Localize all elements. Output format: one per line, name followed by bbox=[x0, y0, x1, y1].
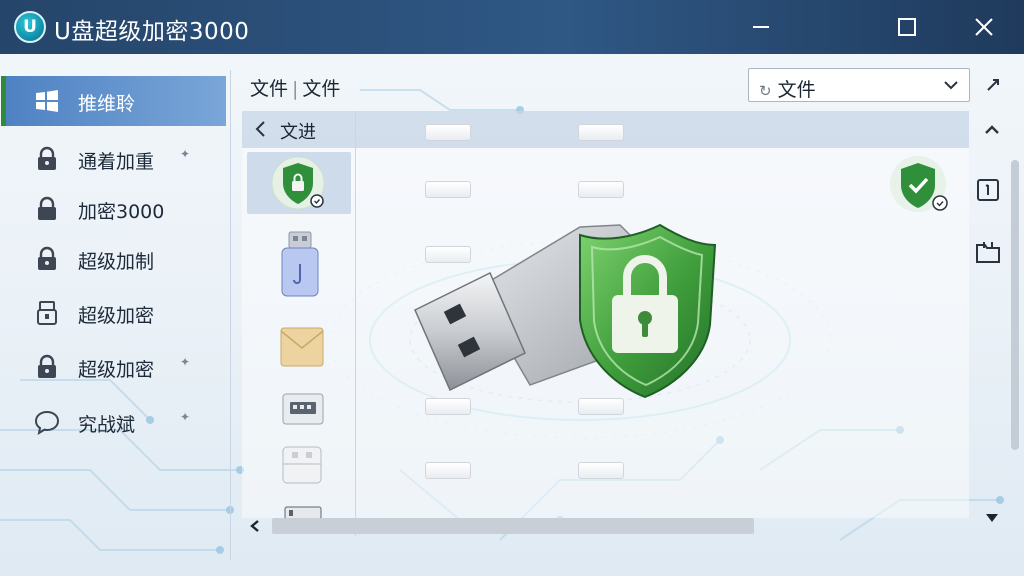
sidebar-item-label: 超级加制 bbox=[78, 251, 155, 273]
shield-lock-icon[interactable] bbox=[270, 156, 330, 212]
sidebar-item-label: 加密3000 bbox=[78, 201, 165, 223]
sidebar-item-4[interactable]: 超级加密 bbox=[6, 288, 226, 338]
sidebar-divider bbox=[230, 70, 231, 560]
app-logo-icon: U bbox=[14, 11, 46, 43]
sidebar-item-label: 超级加密 bbox=[78, 359, 155, 381]
sidebar-item-5[interactable]: 超级加密 ✦ bbox=[6, 342, 226, 392]
usb-drive-icon bbox=[37, 301, 57, 325]
chat-bubble-icon bbox=[34, 410, 60, 435]
sidebar-item-3[interactable]: 超级加制 bbox=[6, 234, 226, 284]
title-bar: U U盘超级加密3000 bbox=[0, 0, 1024, 54]
sidebar: 推维聆 通着加重 ✦ 加密3000 超级加制 超级加密 超级加密 ✦ 究战斌 ✦ bbox=[0, 74, 228, 564]
usb-drive-icon[interactable] bbox=[280, 230, 320, 298]
pin-icon[interactable] bbox=[984, 76, 1002, 94]
app-window: U U盘超级加密3000 推维聆 通着加重 ✦ 加密3000 超级加制 超级加密… bbox=[0, 0, 1024, 576]
row-chip bbox=[578, 181, 624, 198]
select-value: ↻ 文件 bbox=[759, 75, 816, 102]
back-arrow-icon[interactable] bbox=[254, 118, 268, 140]
column-divider bbox=[355, 111, 356, 536]
sidebar-item-label: 究战斌 bbox=[78, 414, 136, 436]
sidebar-item-label: 推维聆 bbox=[78, 93, 136, 115]
lock-icon bbox=[38, 354, 56, 378]
info-panel-icon[interactable] bbox=[974, 176, 1002, 204]
sidebar-item-label: 通着加重 bbox=[78, 151, 155, 173]
lock-icon bbox=[38, 146, 56, 170]
lock-icon bbox=[38, 196, 56, 220]
sparkle-icon: ✦ bbox=[180, 147, 191, 161]
close-icon bbox=[975, 18, 993, 36]
minimize-icon bbox=[753, 26, 769, 28]
usb-device-icon[interactable] bbox=[282, 446, 322, 484]
breadcrumb-item[interactable]: 文件 bbox=[250, 78, 288, 100]
breadcrumb: 文件 | 文件 bbox=[250, 74, 340, 101]
refresh-icon: ↻ bbox=[759, 82, 772, 100]
windows-icon bbox=[36, 90, 58, 112]
app-title: U盘超级加密3000 bbox=[54, 19, 250, 45]
row-chip bbox=[578, 462, 624, 479]
sidebar-item-6[interactable]: 究战斌 ✦ bbox=[6, 397, 226, 447]
scroll-left-arrow-icon[interactable] bbox=[248, 518, 262, 534]
sidebar-item-1[interactable]: 通着加重 ✦ bbox=[6, 134, 226, 184]
sidebar-item-2[interactable]: 加密3000 bbox=[6, 184, 226, 234]
usb-lock-hero-image bbox=[414, 223, 717, 399]
sparkle-icon: ✦ bbox=[180, 355, 191, 369]
row-chip bbox=[425, 462, 471, 479]
close-button[interactable] bbox=[967, 11, 1001, 43]
chevron-down-icon bbox=[944, 81, 958, 90]
secure-check-badge-icon bbox=[890, 156, 948, 212]
breadcrumb-separator: | bbox=[292, 78, 299, 100]
view-select[interactable]: ↻ 文件 bbox=[748, 68, 970, 102]
folder-envelope-icon[interactable] bbox=[280, 326, 324, 368]
maximize-button[interactable] bbox=[890, 11, 924, 43]
row-chip bbox=[425, 124, 471, 141]
folder-icon[interactable] bbox=[974, 238, 1002, 266]
row-chip bbox=[578, 124, 624, 141]
sidebar-item-0[interactable]: 推维聆 bbox=[1, 76, 226, 126]
sparkle-icon: ✦ bbox=[180, 410, 191, 424]
row-chip bbox=[425, 181, 471, 198]
horizontal-scrollbar[interactable] bbox=[272, 518, 754, 534]
sidebar-item-label: 超级加密 bbox=[78, 305, 155, 327]
maximize-icon bbox=[898, 18, 916, 36]
vertical-scrollbar[interactable] bbox=[1011, 160, 1019, 450]
chevron-up-icon[interactable] bbox=[978, 116, 1006, 144]
lock-icon bbox=[38, 246, 56, 270]
card-reader-icon[interactable] bbox=[282, 392, 324, 426]
select-value-text: 文件 bbox=[777, 79, 816, 101]
device-icon[interactable] bbox=[284, 506, 322, 518]
scroll-down-arrow-icon[interactable] bbox=[978, 504, 1006, 532]
back-label[interactable]: 文进 bbox=[280, 118, 316, 144]
minimize-button[interactable] bbox=[744, 11, 778, 43]
breadcrumb-item[interactable]: 文件 bbox=[302, 78, 340, 100]
